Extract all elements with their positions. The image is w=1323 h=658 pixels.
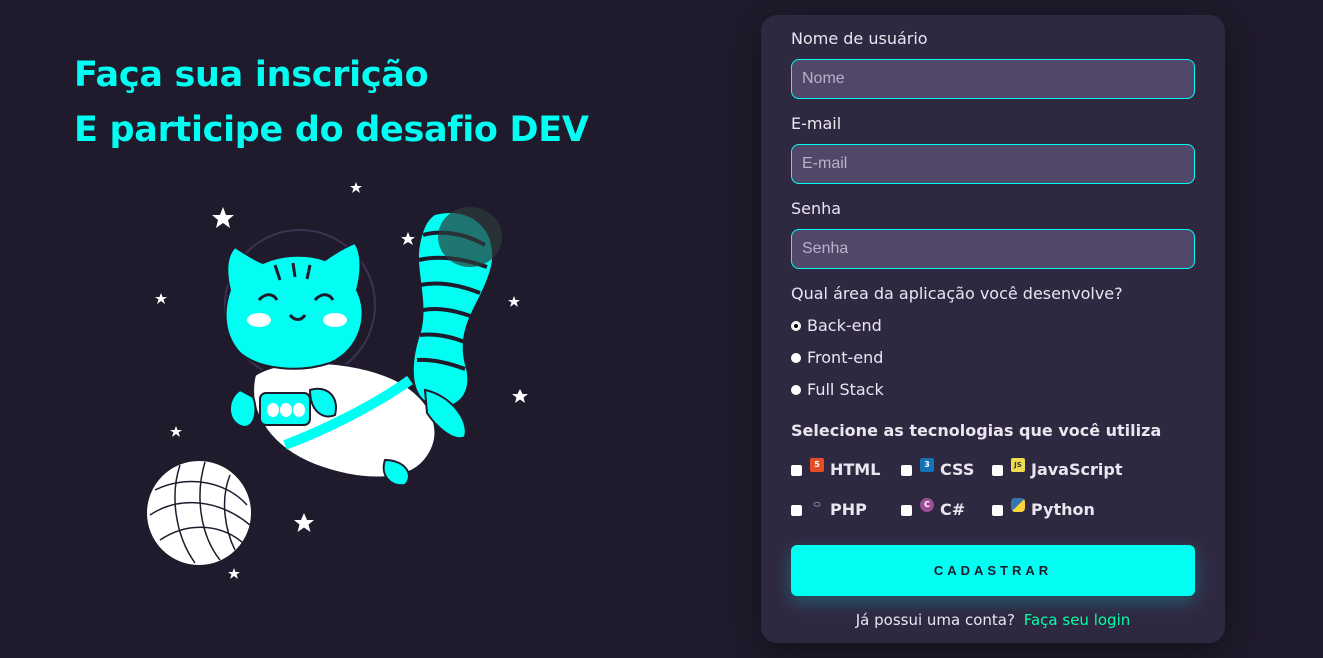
checkbox[interactable] <box>992 465 1003 476</box>
tech-php-checkbox[interactable]: ⬭ PHP <box>791 500 867 519</box>
tech-css-checkbox[interactable]: 3 CSS <box>901 457 975 479</box>
javascript-icon: JS <box>1011 457 1025 472</box>
tech-label: Python <box>1031 500 1095 519</box>
login-prompt: Já possui uma conta? Faça seu login <box>761 611 1225 629</box>
python-icon <box>1011 497 1025 512</box>
radio-icon[interactable] <box>791 352 801 363</box>
submit-button[interactable]: CADASTRAR <box>791 545 1195 596</box>
signup-form-card: Nome de usuário E-mail Senha Qual área d… <box>761 15 1225 643</box>
login-link[interactable]: Faça seu login <box>1024 611 1131 629</box>
radio-label: Full Stack <box>807 380 884 399</box>
checkbox[interactable] <box>992 505 1003 516</box>
login-prompt-text: Já possui uma conta? <box>855 611 1015 629</box>
tech-label: PHP <box>830 500 867 519</box>
email-input[interactable] <box>791 144 1195 184</box>
astronaut-cat-illustration <box>145 182 528 579</box>
hero-heading: Faça sua inscrição E participe do desafi… <box>74 48 589 158</box>
tech-label: JavaScript <box>1031 460 1123 479</box>
checkbox[interactable] <box>901 505 912 516</box>
radio-back-end[interactable]: Back-end <box>791 316 882 335</box>
checkbox[interactable] <box>791 505 802 516</box>
radio-front-end[interactable]: Front-end <box>791 348 883 367</box>
hero-title-line-2: E participe do desafio DEV <box>74 110 589 150</box>
tech-python-checkbox[interactable]: Python <box>992 497 1095 519</box>
css3-icon: 3 <box>920 457 934 472</box>
tech-label: CSS <box>940 460 975 479</box>
tech-csharp-checkbox[interactable]: C C# <box>901 497 966 519</box>
radio-full-stack[interactable]: Full Stack <box>791 380 884 399</box>
tech-label: C# <box>940 500 966 519</box>
html5-icon: 5 <box>810 457 824 472</box>
csharp-icon: C <box>920 497 934 512</box>
php-icon: ⬭ <box>813 499 821 509</box>
username-input[interactable] <box>791 59 1195 99</box>
tech-label: HTML <box>830 460 881 479</box>
email-label: E-mail <box>791 114 842 133</box>
username-label: Nome de usuário <box>791 29 928 48</box>
tech-section-title: Selecione as tecnologias que você utiliz… <box>791 421 1162 440</box>
radio-icon[interactable] <box>791 384 801 395</box>
password-input[interactable] <box>791 229 1195 269</box>
hero-title-line-1: Faça sua inscrição <box>74 55 429 95</box>
area-question: Qual área da aplicação você desenvolve? <box>791 284 1123 303</box>
radio-label: Front-end <box>807 348 884 367</box>
radio-label: Back-end <box>807 316 882 335</box>
tech-html-checkbox[interactable]: 5 HTML <box>791 457 881 479</box>
password-label: Senha <box>791 199 842 218</box>
tech-javascript-checkbox[interactable]: JS JavaScript <box>992 457 1123 479</box>
checkbox[interactable] <box>901 465 912 476</box>
checkbox[interactable] <box>791 465 802 476</box>
radio-selected-icon[interactable] <box>791 320 801 331</box>
